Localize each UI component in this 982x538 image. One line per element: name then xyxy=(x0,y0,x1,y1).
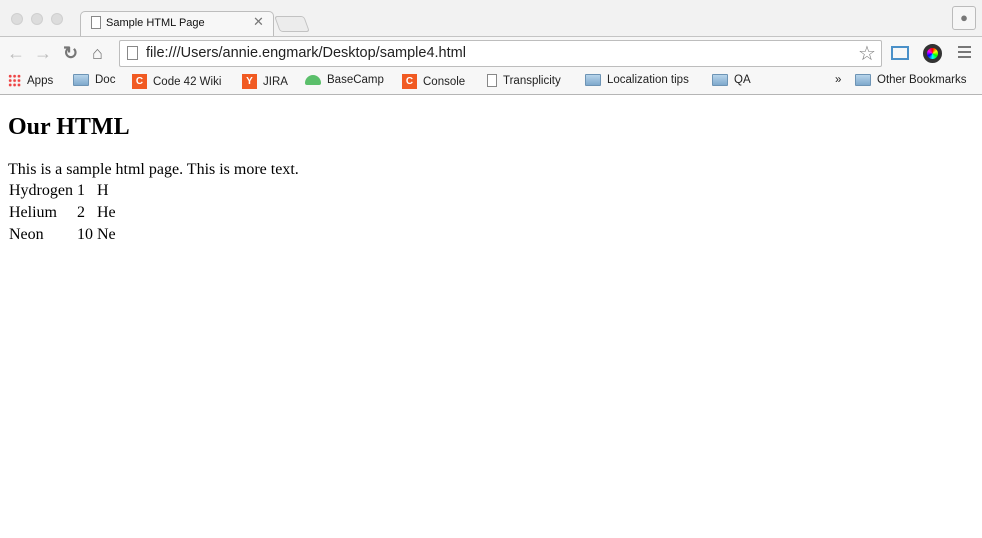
minimize-window-button[interactable] xyxy=(31,13,43,25)
forward-arrow-icon[interactable]: → xyxy=(34,43,52,64)
bookmark-label: Localization tips xyxy=(607,74,689,86)
page-paragraph: This is a sample html page. This is more… xyxy=(8,161,299,178)
bookmark-jira[interactable]: Y JIRA xyxy=(242,74,288,89)
menu-icon[interactable] xyxy=(958,46,971,58)
bookmark-code42-wiki[interactable]: C Code 42 Wiki xyxy=(132,74,221,89)
code42-icon: C xyxy=(402,74,417,89)
apps-grid-icon xyxy=(8,74,21,87)
tab-title: Sample HTML Page xyxy=(106,17,205,29)
new-tab-button[interactable] xyxy=(274,16,310,32)
back-arrow-icon[interactable]: ← xyxy=(7,43,25,64)
close-tab-icon[interactable]: ✕ xyxy=(253,14,264,30)
bookmark-star-icon[interactable]: ☆ xyxy=(858,41,876,66)
profile-icon[interactable]: ● xyxy=(952,6,976,30)
page-icon xyxy=(487,74,497,87)
code42-icon: C xyxy=(132,74,147,89)
reload-icon[interactable]: ↻ xyxy=(63,43,78,64)
page-icon xyxy=(91,16,101,29)
folder-icon xyxy=(73,74,89,86)
bookmark-transplicity[interactable]: Transplicity xyxy=(487,74,561,87)
folder-icon xyxy=(585,74,601,86)
page-icon xyxy=(127,46,138,60)
bookmark-label: BaseCamp xyxy=(327,74,384,86)
table-cell: 1 xyxy=(76,182,85,199)
bookmark-basecamp[interactable]: BaseCamp xyxy=(305,74,384,86)
table-cell: Neon xyxy=(9,226,44,243)
table-row: Neon 10 Ne xyxy=(8,225,117,245)
cast-icon[interactable] xyxy=(891,46,909,60)
table-cell: He xyxy=(96,204,116,221)
table-cell: Ne xyxy=(96,226,116,243)
home-icon[interactable]: ⌂ xyxy=(92,43,103,64)
close-window-button[interactable] xyxy=(11,13,23,25)
elements-table: Hydrogen 1 H Helium 2 He Neon 10 Ne xyxy=(6,179,119,247)
bookmark-label: Transplicity xyxy=(503,74,561,87)
bookmark-doc[interactable]: Doc xyxy=(73,74,115,86)
extension-icon[interactable] xyxy=(923,44,942,63)
bookmarks-overflow-button[interactable]: » xyxy=(835,74,841,86)
bookmark-localization-tips[interactable]: Localization tips xyxy=(585,74,689,86)
other-bookmarks[interactable]: Other Bookmarks xyxy=(855,74,966,86)
bookmark-label: Doc xyxy=(95,74,116,86)
bookmark-label: JIRA xyxy=(263,75,288,88)
table-cell: 10 xyxy=(76,226,93,243)
bookmark-console[interactable]: C Console xyxy=(402,74,465,89)
page-content: Our HTML This is a sample html page. Thi… xyxy=(8,114,299,247)
bookmark-label: Apps xyxy=(27,74,54,87)
table-cell: H xyxy=(96,182,109,199)
bookmark-label: QA xyxy=(734,74,751,86)
folder-icon xyxy=(855,74,871,86)
bookmark-label: Other Bookmarks xyxy=(877,74,967,86)
zoom-window-button[interactable] xyxy=(51,13,63,25)
table-cell: Hydrogen xyxy=(9,182,73,199)
table-row: Hydrogen 1 H xyxy=(8,181,117,201)
bookmark-label: Code 42 Wiki xyxy=(153,75,222,88)
table-cell: 2 xyxy=(76,204,85,221)
url-text[interactable]: file:///Users/annie.engmark/Desktop/samp… xyxy=(146,45,466,61)
table-cell: Helium xyxy=(9,204,57,221)
table-row: Helium 2 He xyxy=(8,203,117,223)
basecamp-icon xyxy=(305,75,321,85)
bookmark-apps[interactable]: Apps xyxy=(8,74,53,87)
page-heading: Our HTML xyxy=(8,114,130,140)
folder-icon xyxy=(712,74,728,86)
jira-icon: Y xyxy=(242,74,257,89)
bookmark-qa[interactable]: QA xyxy=(712,74,751,86)
bookmark-label: Console xyxy=(423,75,466,88)
